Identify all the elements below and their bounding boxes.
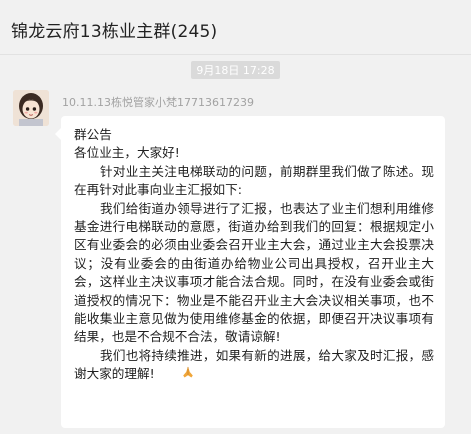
sender-avatar[interactable] <box>13 90 49 126</box>
chat-window: 锦龙云府13栋业主群(245) 9月18日 17:28 10.11.13栋悦管家… <box>0 0 471 434</box>
chat-header: 锦龙云府13栋业主群(245) <box>0 0 471 55</box>
pray-hands-emoji-icon <box>155 365 195 384</box>
chat-title[interactable]: 锦龙云府13栋业主群(245) <box>11 17 217 42</box>
message-line-heading: 群公告 <box>74 127 112 142</box>
message-closing-text: 我们也将持续推进，如果有新的进展，给大家及时汇报，感谢大家的理解! <box>74 347 434 382</box>
message-paragraph-body: 我们给街道办领导进行了汇报，也表达了业主们想利用维修基金进行电梯联动的意愿，街道… <box>74 200 434 345</box>
timestamp-label: 9月18日 17:28 <box>191 61 280 79</box>
message-timestamp: 9月18日 17:28 <box>0 55 471 79</box>
sender-name[interactable]: 10.11.13栋悦管家小梵17713617239 <box>62 94 254 110</box>
message-bubble[interactable]: 群公告 各位业主，大家好! 针对业主关注电梯联动的问题，前期群里我们做了陈述。现… <box>55 116 445 428</box>
avatar-image-icon <box>13 90 49 126</box>
message-line-greeting: 各位业主，大家好! <box>74 145 180 161</box>
message-paragraph-closing: 我们也将持续推进，如果有新的进展，给大家及时汇报，感谢大家的理解! <box>74 347 434 385</box>
message-paragraph-intro: 针对业主关注电梯联动的问题，前期群里我们做了陈述。现在再针对此事向业主汇报如下: <box>74 163 434 198</box>
